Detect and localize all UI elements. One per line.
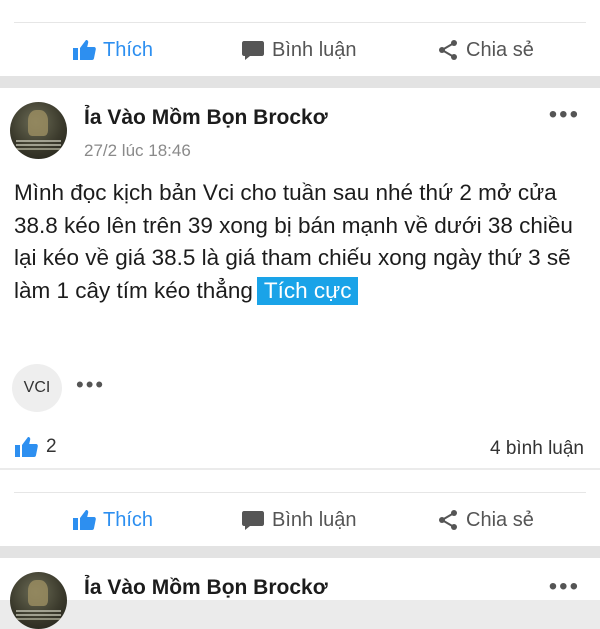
action-bar-top: Thích Bình luận Chia sẻ (0, 0, 600, 76)
thumbs-up-icon (15, 437, 38, 457)
share-icon (439, 40, 457, 60)
share-label: Chia sẻ (466, 38, 534, 61)
comment-count[interactable]: 4 bình luận (490, 438, 584, 460)
comment-icon (242, 511, 264, 530)
share-button[interactable]: Chia sẻ (437, 506, 534, 534)
comment-button[interactable]: Bình luận (241, 36, 357, 64)
stock-chip[interactable]: VCI (12, 364, 62, 412)
comment-label: Bình luận (272, 508, 357, 531)
comment-button[interactable]: Bình luận (241, 506, 357, 534)
like-count[interactable]: 2 (14, 436, 57, 458)
post-separator (0, 546, 600, 558)
like-label: Thích (103, 38, 154, 61)
like-button[interactable]: Thích (72, 36, 153, 64)
post-time: 27/2 lúc 18:46 (84, 141, 191, 160)
avatar[interactable] (10, 572, 67, 629)
share-icon (439, 510, 457, 530)
comment-icon (242, 41, 264, 60)
thumbs-up-icon (73, 40, 96, 60)
comment-label: Bình luận (272, 38, 357, 61)
author-name[interactable]: Ỉa Vào Mồm Bọn Brockơ (84, 576, 328, 600)
share-label: Chia sẻ (466, 508, 534, 531)
divider (14, 22, 586, 23)
share-button[interactable]: Chia sẻ (437, 36, 534, 64)
like-label: Thích (103, 508, 154, 531)
thumbs-up-icon (73, 510, 96, 530)
like-button[interactable]: Thích (72, 506, 153, 534)
chip-more-button[interactable]: ••• (76, 372, 105, 398)
more-options-button[interactable]: ••• (549, 575, 580, 599)
more-options-button[interactable]: ••• (549, 103, 580, 127)
author-name[interactable]: Ỉa Vào Mồm Bọn Brockơ (84, 106, 328, 130)
sentiment-tag[interactable]: Tích cực (256, 276, 359, 305)
post-separator (0, 76, 600, 88)
like-count-value: 2 (46, 436, 57, 457)
avatar[interactable] (10, 102, 67, 159)
divider (14, 492, 586, 493)
action-bar-post: Thích Bình luận Chia sẻ (0, 470, 600, 546)
post-content: Mình đọc kịch bản Vci cho tuần sau nhé t… (14, 177, 588, 307)
